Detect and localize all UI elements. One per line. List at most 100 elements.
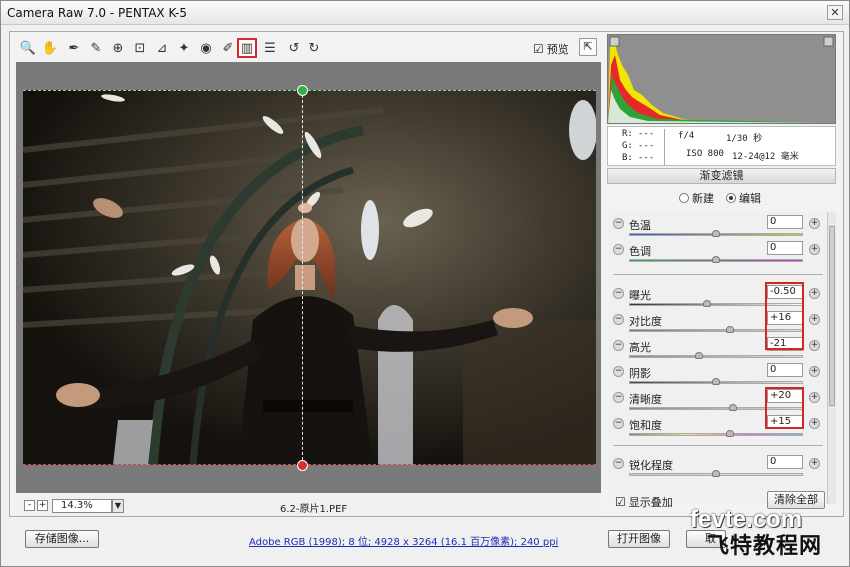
straighten-icon[interactable]: ⊿ (153, 39, 171, 57)
slider-value-field[interactable]: -21 (767, 337, 803, 351)
plus-icon[interactable]: + (809, 418, 820, 429)
slider-track[interactable] (629, 329, 803, 332)
slider-thumb[interactable] (712, 230, 720, 237)
hand-icon[interactable]: ✋ (41, 39, 59, 57)
histogram (607, 34, 836, 124)
slider-thumb[interactable] (703, 300, 712, 307)
panel-scrollbar[interactable] (827, 212, 836, 504)
histogram-graph (608, 35, 835, 123)
slider-value-field[interactable]: +15 (767, 415, 803, 429)
workflow-options-link[interactable]: Adobe RGB (1998); 8 位; 4928 x 3264 (16.1… (249, 533, 558, 548)
b-label: B: (622, 153, 633, 163)
slider-row: − 阴影 0 + (609, 360, 827, 385)
image-status-bar: - + 14.3% ▼ 6.2-原片1.PEF (16, 494, 601, 516)
zoom-out-button[interactable]: - (24, 500, 35, 511)
rotate-ccw-icon[interactable]: ↺ (285, 39, 303, 57)
show-overlay-checkbox[interactable]: ☑ 显示叠加 (615, 494, 673, 510)
red-eye-icon[interactable]: ◉ (197, 39, 215, 57)
photo-preview[interactable] (23, 90, 596, 465)
slider-value-field[interactable]: +20 (767, 389, 803, 403)
close-icon[interactable]: ✕ (827, 5, 843, 20)
slider-thumb[interactable] (712, 256, 720, 263)
title-bar: Camera Raw 7.0 - PENTAX K-5 ✕ (1, 1, 849, 25)
shutter: 1/30 秒 (726, 134, 763, 144)
graduated-filter-icon[interactable]: ▥ (237, 38, 257, 58)
plus-icon[interactable]: + (809, 244, 820, 255)
slider-value-field[interactable]: -0.50 (767, 285, 803, 299)
slider-value-field[interactable]: 0 (767, 455, 803, 469)
minus-icon[interactable]: − (613, 288, 624, 299)
slider-track[interactable] (629, 407, 803, 410)
presets-list-icon[interactable]: ☰ (261, 39, 279, 57)
color-sampler-icon[interactable]: ✎ (87, 39, 105, 57)
minus-icon[interactable]: − (613, 340, 624, 351)
slider-label: 曝光 (629, 289, 651, 302)
minus-icon[interactable]: − (613, 218, 624, 229)
mode-new-radio[interactable]: 新建 (679, 190, 714, 206)
b-value: --- (638, 153, 655, 163)
show-overlay-label: 显示叠加 (628, 496, 673, 509)
plus-icon[interactable]: + (809, 366, 820, 377)
plus-icon[interactable]: + (809, 340, 820, 351)
preview-checkbox[interactable]: ☑ 预览 (533, 41, 569, 57)
slider-track[interactable] (629, 433, 803, 436)
slider-value-field[interactable]: 0 (767, 241, 803, 255)
adjustment-brush-icon[interactable]: ✐ (219, 39, 237, 57)
file-name: 6.2-原片1.PEF (280, 504, 348, 515)
save-image-button[interactable]: 存储图像... (25, 530, 99, 548)
watermark-site-name: 飞特教程网 (707, 534, 823, 559)
adjustment-sliders: − 色温 0 + − 色调 0 + − 曝光 -0.50 + − 对比度 +16 + − 高光 -21 + − 阴影 0 + −… (609, 212, 827, 504)
plus-icon[interactable]: + (809, 288, 820, 299)
minus-icon[interactable]: − (613, 244, 624, 255)
minus-icon[interactable]: − (613, 314, 624, 325)
gradient-bottom-line[interactable] (23, 464, 596, 465)
g-value: --- (638, 141, 655, 151)
crop-icon[interactable]: ⊡ (131, 39, 149, 57)
minus-icon[interactable]: − (613, 392, 624, 403)
slider-row: − 高光 -21 + (609, 334, 827, 359)
slider-value-field[interactable]: 0 (767, 215, 803, 229)
slider-thumb[interactable] (712, 378, 720, 385)
slider-value-field[interactable]: +16 (767, 311, 803, 325)
spot-removal-icon[interactable]: ✦ (175, 39, 193, 57)
show-overlay-check-icon: ☑ (615, 495, 626, 509)
zoom-level-field[interactable]: 14.3% (52, 499, 112, 513)
target-adjustment-icon[interactable]: ⊕ (109, 39, 127, 57)
gradient-start-handle[interactable] (297, 85, 308, 96)
gradient-top-line[interactable] (23, 90, 596, 91)
slider-thumb[interactable] (729, 404, 738, 411)
white-balance-icon[interactable]: ✒ (65, 39, 83, 57)
gradient-end-handle[interactable] (297, 460, 308, 471)
minus-icon[interactable]: − (613, 458, 624, 469)
slider-row: − 曝光 -0.50 + (609, 282, 827, 307)
slider-thumb[interactable] (725, 430, 734, 437)
plus-icon[interactable]: + (809, 218, 820, 229)
slider-label: 色调 (629, 245, 651, 258)
scrollbar-thumb[interactable] (829, 226, 835, 406)
zoom-dropdown-icon[interactable]: ▼ (112, 499, 124, 513)
plus-icon[interactable]: + (809, 458, 820, 469)
photo-image (23, 90, 596, 465)
lens: 12-24@12 毫米 (732, 152, 799, 162)
zoom-icon[interactable]: 🔍 (19, 39, 37, 57)
slider-row: − 饱和度 +15 + (609, 412, 827, 437)
slider-thumb[interactable] (712, 470, 720, 477)
minus-icon[interactable]: − (613, 418, 624, 429)
gradient-center-line[interactable] (302, 90, 303, 465)
rotate-cw-icon[interactable]: ↻ (305, 39, 323, 57)
slider-label: 饱和度 (629, 419, 662, 432)
slider-thumb[interactable] (694, 352, 703, 359)
mode-edit-radio[interactable]: 编辑 (726, 190, 761, 206)
fullscreen-icon[interactable]: ⇱ (579, 38, 597, 56)
slider-thumb[interactable] (725, 326, 734, 333)
open-image-button[interactable]: 打开图像 (608, 530, 670, 548)
plus-icon[interactable]: + (809, 392, 820, 403)
slider-track[interactable] (629, 355, 803, 358)
minus-icon[interactable]: − (613, 366, 624, 377)
plus-icon[interactable]: + (809, 314, 820, 325)
slider-track[interactable] (629, 303, 803, 306)
camera-raw-window: Camera Raw 7.0 - PENTAX K-5 ✕ 🔍 ✋ ✒ ✎ ⊕ … (0, 0, 850, 567)
slider-value-field[interactable]: 0 (767, 363, 803, 377)
mode-new-label: 新建 (692, 192, 714, 205)
zoom-in-button[interactable]: + (37, 500, 48, 511)
